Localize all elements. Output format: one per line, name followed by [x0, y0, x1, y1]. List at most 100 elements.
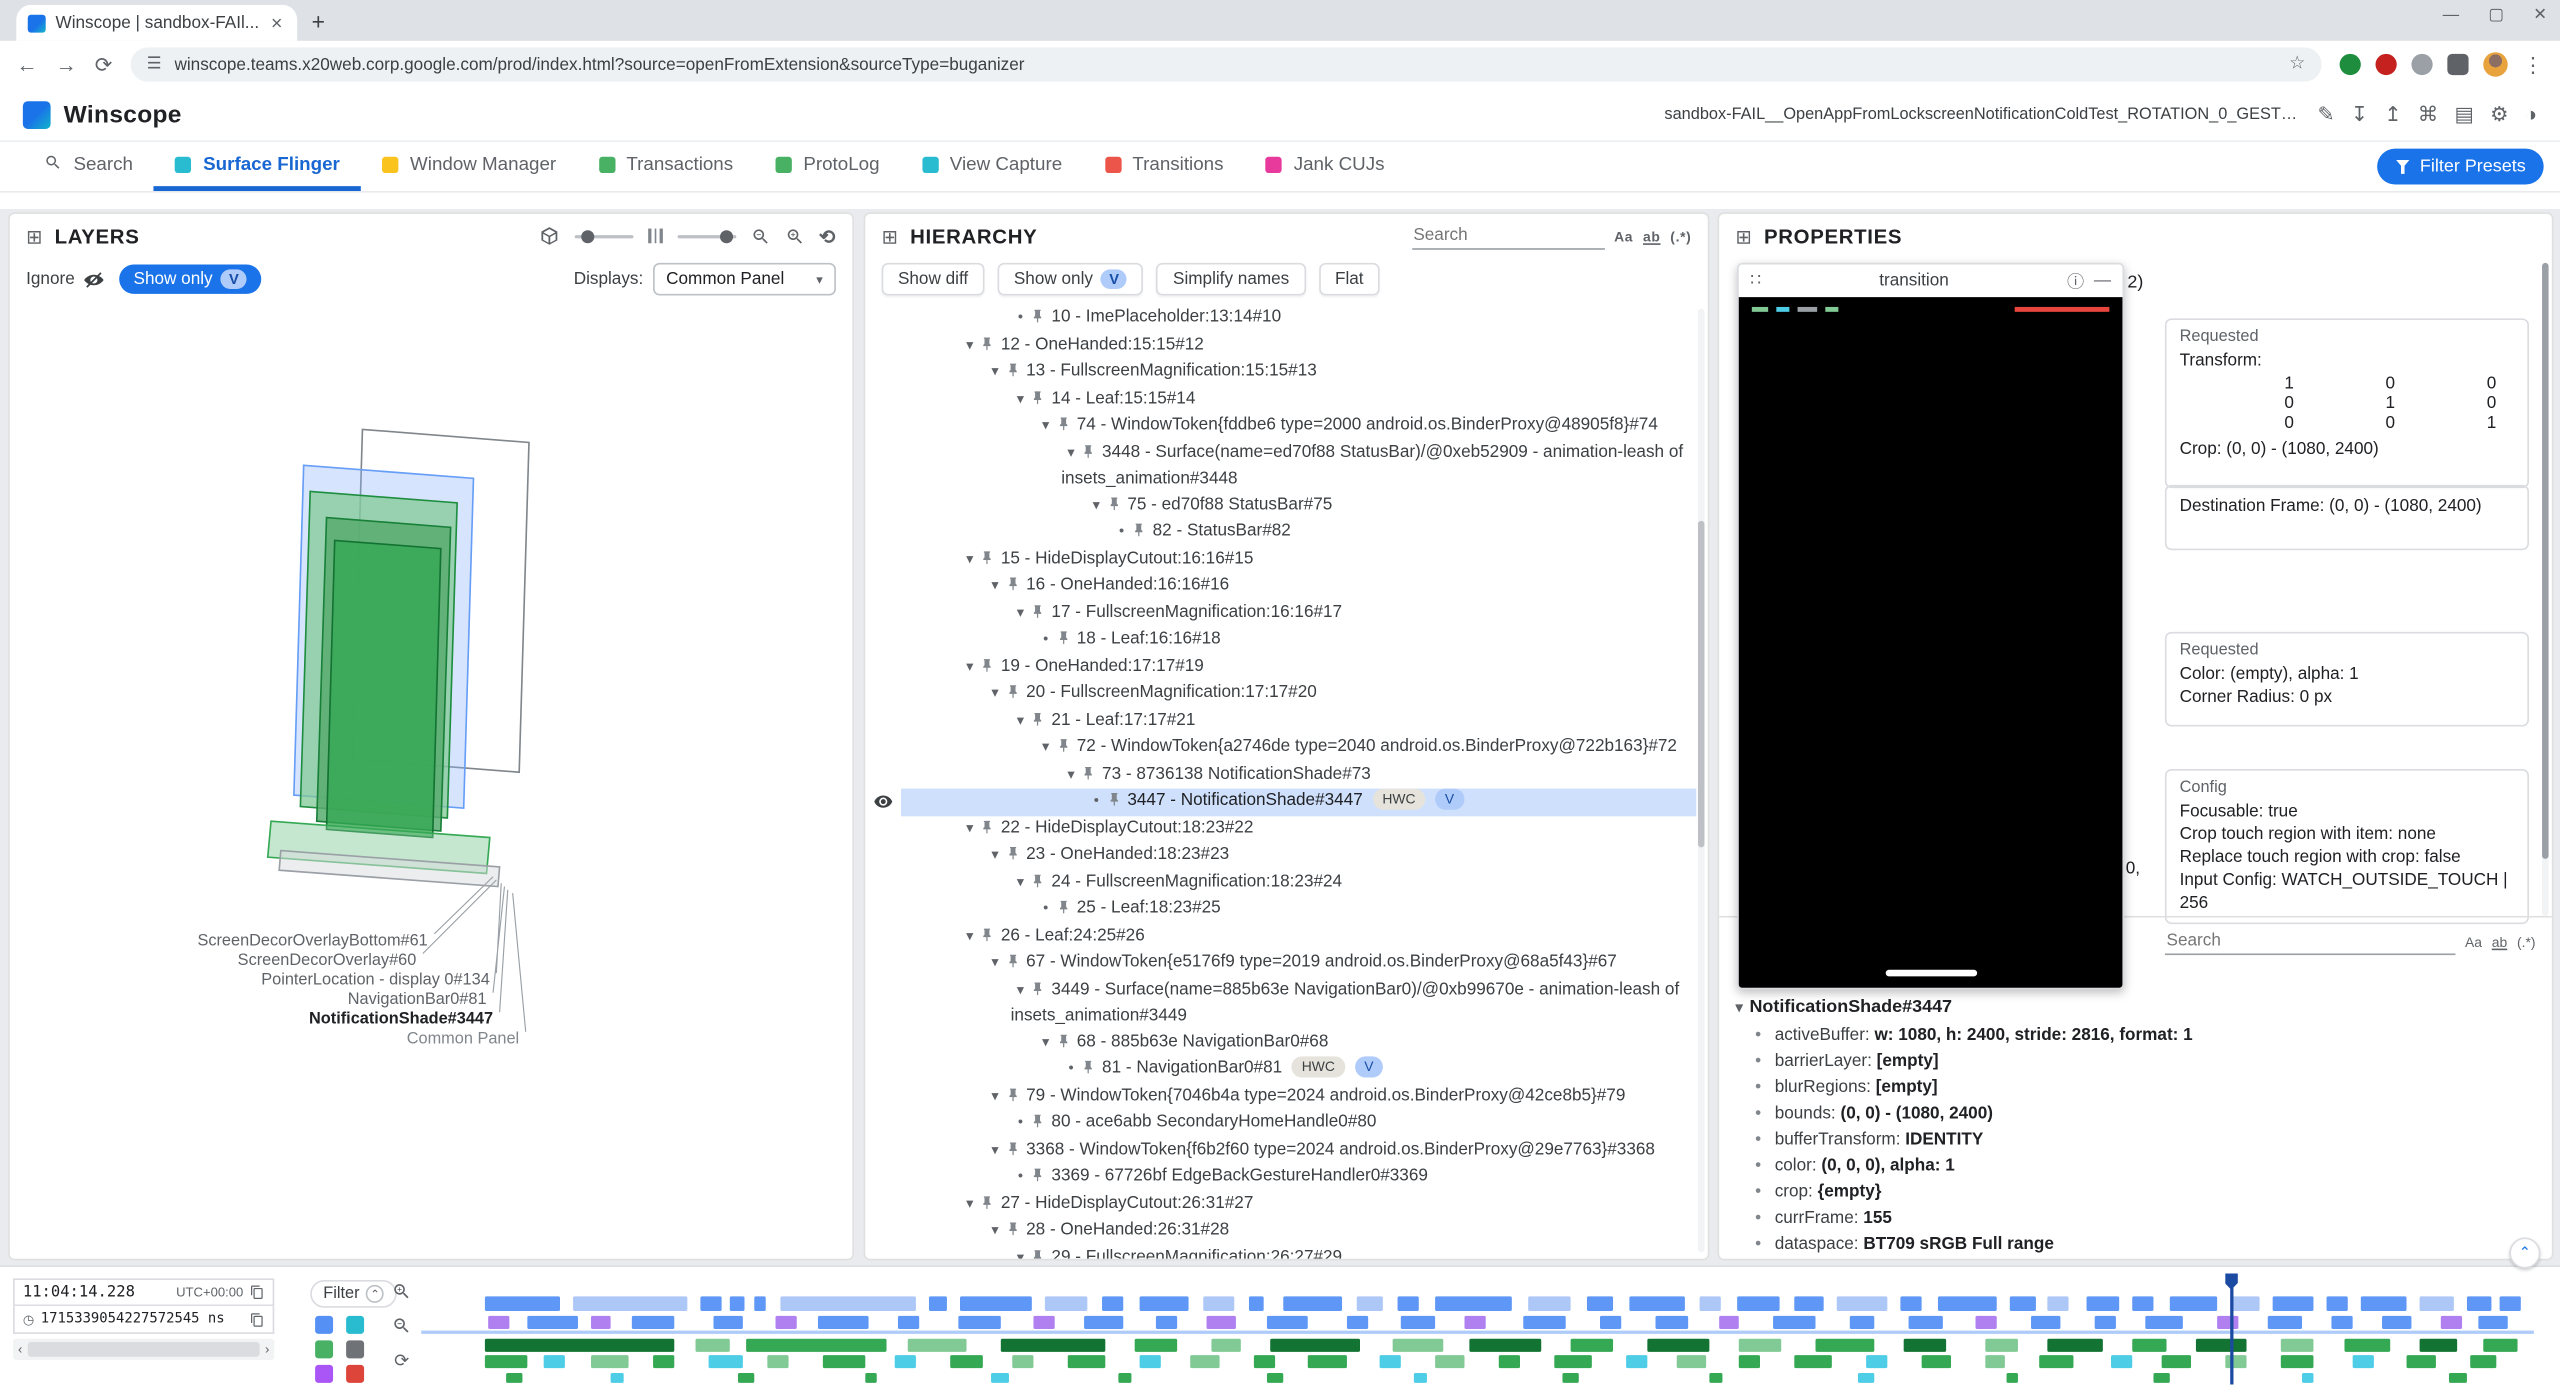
wm-trace-icon[interactable] — [346, 1316, 364, 1334]
timeline-event[interactable] — [1909, 1316, 1943, 1329]
timeline-event[interactable] — [2230, 1296, 2260, 1311]
timeline-event[interactable] — [1570, 1339, 1612, 1352]
pin-icon[interactable] — [1056, 415, 1077, 440]
timeline-event[interactable] — [2420, 1339, 2458, 1352]
pin-icon[interactable] — [980, 334, 1001, 359]
expand-chevron-icon[interactable]: ▾ — [985, 950, 1005, 975]
timeline-event[interactable] — [1156, 1316, 1177, 1329]
reload-icon[interactable]: ⟳ — [95, 54, 113, 75]
layer-rect-green-inner[interactable] — [327, 540, 441, 837]
pin-icon[interactable] — [1030, 979, 1051, 1004]
back-icon[interactable]: ← — [16, 54, 37, 75]
tree-node[interactable]: ▾19 - OneHanded:17:17#19 — [865, 654, 1696, 681]
expand-chevron-icon[interactable]: ▾ — [1011, 386, 1031, 411]
timeline-event[interactable] — [2132, 1339, 2166, 1352]
timeline-event[interactable] — [2006, 1373, 2019, 1383]
timeline-event[interactable] — [1380, 1355, 1401, 1368]
tab-search[interactable]: Search — [23, 142, 154, 191]
rotation-slider[interactable] — [575, 234, 634, 237]
pin-icon[interactable] — [980, 656, 1001, 681]
timeline-event[interactable] — [865, 1373, 878, 1383]
tab-window-manager[interactable]: Window Manager — [361, 142, 577, 191]
timeline-event[interactable] — [1676, 1355, 1706, 1368]
pin-icon[interactable] — [980, 548, 1001, 573]
pin-icon[interactable] — [1030, 1112, 1051, 1137]
pin-icon[interactable] — [1030, 602, 1051, 627]
expand-chevron-icon[interactable]: ▾ — [985, 359, 1005, 384]
timeline-event[interactable] — [1085, 1316, 1123, 1329]
tree-node[interactable]: ▾68 - 885b63e NavigationBar0#68 — [865, 1029, 1696, 1056]
pin-icon[interactable] — [1005, 1139, 1026, 1164]
timeline-event[interactable] — [2280, 1355, 2314, 1368]
timeline-event[interactable] — [1397, 1296, 1418, 1311]
property-row[interactable]: crop: {empty} — [1736, 1179, 2539, 1205]
layers-3d-canvas[interactable]: ScreenDecorOverlayBottom#61 ScreenDecorO… — [10, 305, 852, 1258]
timeline-event[interactable] — [949, 1355, 983, 1368]
tab-jank-cujs[interactable]: Jank CUJs — [1245, 142, 1406, 191]
transactions-trace-icon[interactable] — [315, 1340, 333, 1358]
timeline-event[interactable] — [1013, 1355, 1034, 1368]
timeline-event[interactable] — [1740, 1339, 1782, 1352]
tree-node[interactable]: ▾28 - OneHanded:26:31#28 — [865, 1218, 1696, 1245]
timeline-event[interactable] — [1554, 1355, 1592, 1368]
timeline-event[interactable] — [1203, 1296, 1235, 1311]
timeline-event[interactable] — [2196, 1339, 2247, 1352]
timeline-event[interactable] — [696, 1339, 730, 1352]
tab-view-capture[interactable]: View Capture — [901, 142, 1084, 191]
expand-chevron-icon[interactable]: ▾ — [985, 1218, 1005, 1243]
timeline-event[interactable] — [1524, 1316, 1566, 1329]
timeline-event[interactable] — [573, 1296, 687, 1311]
timeline-event[interactable] — [2483, 1339, 2517, 1352]
show-only-v-chip[interactable]: Show only V — [119, 264, 262, 293]
tree-node[interactable]: ▾3368 - WindowToken{f6b2f60 type=2024 an… — [865, 1137, 1696, 1164]
match-word-icon[interactable]: ab — [2492, 933, 2507, 949]
timeline-event[interactable] — [1249, 1296, 1264, 1311]
tab-transactions[interactable]: Transactions — [577, 142, 754, 191]
extension-icon-green[interactable] — [2340, 54, 2361, 75]
tree-node[interactable]: ▾67 - WindowToken{e5176f9 type=2019 andr… — [865, 950, 1696, 977]
timeline-event[interactable] — [1587, 1296, 1612, 1311]
timeline-event[interactable] — [1207, 1316, 1237, 1329]
expand-chevron-icon[interactable]: ▾ — [960, 654, 980, 679]
expand-chevron-icon[interactable]: ▾ — [960, 332, 980, 357]
timeline-event[interactable] — [2132, 1296, 2153, 1311]
display-select[interactable]: Common Panel ▾ — [653, 263, 836, 296]
timeline-event[interactable] — [590, 1316, 611, 1329]
copy-icon[interactable] — [250, 1285, 265, 1300]
zoom-in-icon[interactable] — [785, 226, 805, 246]
layer-label[interactable]: ScreenDecorOverlayBottom#61 — [197, 931, 427, 949]
property-row[interactable]: bounds: (0, 0) - (1080, 2400) — [1736, 1100, 2539, 1126]
timeline-event[interactable] — [1140, 1296, 1189, 1311]
reset-view-icon[interactable]: ⟲ — [819, 224, 836, 247]
timeline-event[interactable] — [590, 1355, 628, 1368]
timeline-reset-zoom-icon[interactable]: ⟳ — [394, 1350, 409, 1371]
timeline-event[interactable] — [1435, 1296, 1511, 1311]
timeline-event[interactable] — [1068, 1355, 1106, 1368]
window-minimize-button[interactable]: — — [2443, 7, 2459, 25]
tree-node[interactable]: ▾24 - FullscreenMagnification:18:23#24 — [865, 869, 1696, 896]
tree-node[interactable]: ▾3448 - Surface(name=ed70f88 StatusBar)/… — [865, 440, 1696, 492]
bookmark-star-icon[interactable]: ☆ — [2289, 56, 2305, 74]
expand-chevron-icon[interactable]: ▾ — [1036, 413, 1056, 438]
timeline-event[interactable] — [1401, 1316, 1435, 1329]
expand-chevron-icon[interactable]: ▾ — [1011, 600, 1031, 625]
simplify-names-button[interactable]: Simplify names — [1157, 263, 1306, 296]
timeline-event[interactable] — [2268, 1316, 2302, 1329]
upload-icon[interactable]: ↥ — [2384, 104, 2401, 124]
timeline-event[interactable] — [2010, 1296, 2035, 1311]
timeline-event[interactable] — [1921, 1355, 1951, 1368]
timeline-event[interactable] — [2217, 1316, 2238, 1329]
timeline-event[interactable] — [2086, 1296, 2120, 1311]
pin-icon[interactable] — [1056, 898, 1077, 923]
expand-timeline-button[interactable]: ⌃ — [2509, 1238, 2540, 1269]
timeline-event[interactable] — [2170, 1296, 2216, 1311]
tree-node[interactable]: ▾23 - OneHanded:18:23#23 — [865, 842, 1696, 869]
expand-chevron-icon[interactable]: ▾ — [960, 546, 980, 571]
timeline-event[interactable] — [2344, 1339, 2390, 1352]
timeline-cursor[interactable] — [2230, 1277, 2233, 1385]
pin-icon[interactable] — [1056, 736, 1077, 761]
tree-node[interactable]: ▾21 - Leaf:17:17#21 — [865, 708, 1696, 735]
timeline-event[interactable] — [1866, 1355, 1887, 1368]
timeline-event[interactable] — [1647, 1339, 1710, 1352]
pin-icon[interactable] — [1106, 790, 1127, 815]
